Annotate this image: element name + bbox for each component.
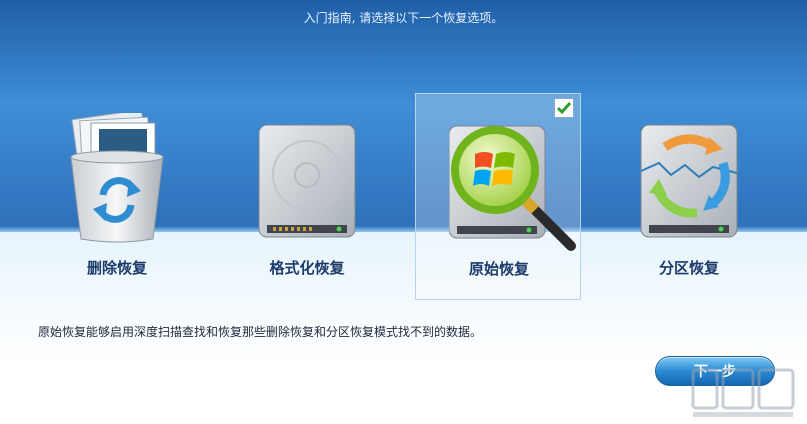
instruction-text: 入门指南, 请选择以下一个恢复选项。 (303, 11, 504, 25)
recycle-bin-icon (67, 109, 167, 243)
magnifier-windows-icon (448, 114, 576, 251)
hard-drive-icon (257, 113, 357, 243)
option-label: 原始恢复 (468, 260, 529, 278)
option-description: 原始恢复能够启用深度扫描查找和恢复那些删除恢复和分区恢复模式找不到的数据。 (38, 325, 483, 339)
watermark-logo (689, 364, 799, 420)
option-raw-recovery[interactable]: 原始恢复 (415, 93, 581, 300)
option-label: 删除恢复 (86, 259, 147, 277)
partition-drive-icon (639, 113, 739, 243)
option-label: 格式化恢复 (269, 259, 345, 277)
option-delete-recovery[interactable]: 删除恢复 (34, 93, 200, 300)
option-label: 分区恢复 (658, 259, 719, 277)
option-partition-recovery[interactable]: 分区恢复 (606, 93, 772, 300)
option-format-recovery[interactable]: 格式化恢复 (224, 93, 390, 300)
